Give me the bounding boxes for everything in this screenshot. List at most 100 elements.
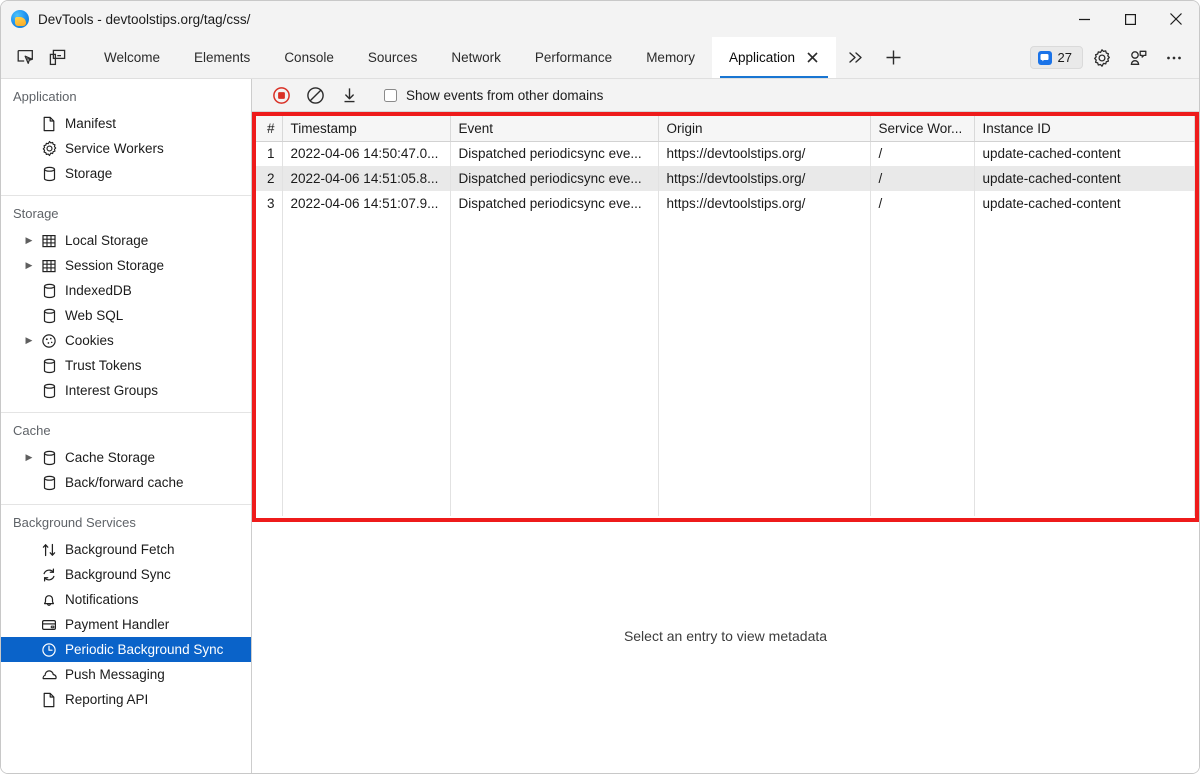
events-table: # Timestamp Event Origin Service Wor... … bbox=[256, 116, 1195, 516]
table-grid-icon bbox=[37, 233, 61, 249]
tab-label: Console bbox=[284, 50, 334, 65]
tab-memory[interactable]: Memory bbox=[629, 37, 712, 78]
cell-timestamp: 2022-04-06 14:51:05.8... bbox=[282, 166, 450, 191]
sidebar-item-service-workers[interactable]: ▶ Service Workers bbox=[1, 136, 251, 161]
sync-refresh-icon bbox=[37, 567, 61, 583]
cell-event: Dispatched periodicsync eve... bbox=[450, 191, 658, 216]
sidebar-item-label: Back/forward cache bbox=[61, 475, 184, 490]
tab-label: Performance bbox=[535, 50, 612, 65]
sidebar-item-notifications[interactable]: ▶ Notifications bbox=[1, 587, 251, 612]
sidebar-item-label: Reporting API bbox=[61, 692, 148, 707]
show-other-domains-checkbox[interactable]: Show events from other domains bbox=[384, 88, 603, 103]
column-header-service-worker[interactable]: Service Wor... bbox=[870, 116, 974, 141]
sidebar-item-label: Payment Handler bbox=[61, 617, 169, 632]
expand-arrow-icon[interactable]: ▶ bbox=[21, 235, 37, 246]
column-header-instance-id[interactable]: Instance ID bbox=[974, 116, 1195, 141]
empty-cell bbox=[256, 216, 282, 516]
tab-network[interactable]: Network bbox=[434, 37, 518, 78]
minimize-icon[interactable] bbox=[1061, 1, 1107, 37]
record-stop-button[interactable] bbox=[266, 82, 296, 108]
cell-event: Dispatched periodicsync eve... bbox=[450, 166, 658, 191]
document-icon bbox=[37, 116, 61, 132]
issues-badge[interactable]: 27 bbox=[1030, 46, 1083, 69]
devtools-app-icon bbox=[11, 10, 29, 28]
sidebar-item-indexeddb[interactable]: ▶ IndexedDB bbox=[1, 278, 251, 303]
sidebar-group-background-services: Background Services ▶ Background Fetch ▶… bbox=[1, 504, 251, 721]
tab-console[interactable]: Console bbox=[267, 37, 351, 78]
tab-sources[interactable]: Sources bbox=[351, 37, 435, 78]
sidebar-item-manifest[interactable]: ▶ Manifest bbox=[1, 111, 251, 136]
tab-welcome[interactable]: Welcome bbox=[87, 37, 177, 78]
sidebar-item-label: Storage bbox=[61, 166, 112, 181]
database-icon bbox=[37, 450, 61, 466]
table-grid-icon bbox=[37, 258, 61, 274]
cookie-icon bbox=[37, 333, 61, 349]
sidebar-item-local-storage[interactable]: ▶ Local Storage bbox=[1, 228, 251, 253]
sidebar-item-label: Cookies bbox=[61, 333, 114, 348]
inspect-element-icon[interactable] bbox=[9, 43, 41, 73]
expand-arrow-icon[interactable]: ▶ bbox=[21, 335, 37, 346]
cell-origin: https://devtoolstips.org/ bbox=[658, 141, 870, 166]
panel-toolbar: Show events from other domains bbox=[252, 79, 1199, 112]
expand-arrow-icon[interactable]: ▶ bbox=[21, 452, 37, 463]
sidebar-item-background-fetch[interactable]: ▶ Background Fetch bbox=[1, 537, 251, 562]
sidebar-item-web-sql[interactable]: ▶ Web SQL bbox=[1, 303, 251, 328]
device-toolbar-icon[interactable] bbox=[41, 43, 73, 73]
sidebar-group-title: Background Services bbox=[1, 513, 251, 537]
table-header-row: # Timestamp Event Origin Service Wor... … bbox=[256, 116, 1195, 141]
maximize-icon[interactable] bbox=[1107, 1, 1153, 37]
devtools-tab-bar: Welcome Elements Console Sources Network… bbox=[1, 37, 1199, 79]
download-button[interactable] bbox=[334, 82, 364, 108]
tab-label: Memory bbox=[646, 50, 695, 65]
devtools-body: Application ▶ Manifest ▶ Service Workers bbox=[1, 79, 1199, 773]
sidebar-group-application: Application ▶ Manifest ▶ Service Workers bbox=[1, 79, 251, 195]
sidebar-item-label: Background Fetch bbox=[61, 542, 175, 557]
column-header-origin[interactable]: Origin bbox=[658, 116, 870, 141]
checkbox-box[interactable] bbox=[384, 89, 397, 102]
tab-performance[interactable]: Performance bbox=[518, 37, 629, 78]
tab-elements[interactable]: Elements bbox=[177, 37, 267, 78]
tab-label: Elements bbox=[194, 50, 250, 65]
cell-instance-id: update-cached-content bbox=[974, 141, 1195, 166]
sidebar-group-title: Application bbox=[1, 87, 251, 111]
sidebar-item-interest-groups[interactable]: ▶ Interest Groups bbox=[1, 378, 251, 403]
close-icon[interactable] bbox=[1153, 1, 1199, 37]
sidebar-item-label: Background Sync bbox=[61, 567, 171, 582]
devtools-window: DevTools - devtoolstips.org/tag/css/ bbox=[0, 0, 1200, 774]
column-header-event[interactable]: Event bbox=[450, 116, 658, 141]
settings-gear-icon[interactable] bbox=[1085, 43, 1119, 73]
more-tabs-icon[interactable] bbox=[836, 37, 874, 78]
sidebar-item-session-storage[interactable]: ▶ Session Storage bbox=[1, 253, 251, 278]
more-options-icon[interactable] bbox=[1157, 43, 1191, 73]
sidebar-item-push-messaging[interactable]: ▶ Push Messaging bbox=[1, 662, 251, 687]
empty-cell bbox=[658, 216, 870, 516]
tab-close-icon[interactable] bbox=[806, 51, 819, 64]
sidebar-item-label: Trust Tokens bbox=[61, 358, 142, 373]
sidebar-item-back-forward-cache[interactable]: ▶ Back/forward cache bbox=[1, 470, 251, 495]
metadata-pane: Select an entry to view metadata bbox=[252, 522, 1199, 773]
sidebar-item-storage[interactable]: ▶ Storage bbox=[1, 161, 251, 186]
sidebar-group-cache: Cache ▶ Cache Storage ▶ Back/forward cac… bbox=[1, 412, 251, 504]
expand-arrow-icon[interactable]: ▶ bbox=[21, 260, 37, 271]
sidebar-group-title: Storage bbox=[1, 204, 251, 228]
column-header-timestamp[interactable]: Timestamp bbox=[282, 116, 450, 141]
column-header-num[interactable]: # bbox=[256, 116, 282, 141]
cell-timestamp: 2022-04-06 14:50:47.0... bbox=[282, 141, 450, 166]
sidebar-item-payment-handler[interactable]: ▶ Payment Handler bbox=[1, 612, 251, 637]
table-row[interactable]: 3 2022-04-06 14:51:07.9... Dispatched pe… bbox=[256, 191, 1195, 216]
sidebar-item-periodic-background-sync[interactable]: ▶ Periodic Background Sync bbox=[1, 637, 251, 662]
tab-application[interactable]: Application bbox=[712, 37, 836, 78]
sidebar-item-cookies[interactable]: ▶ Cookies bbox=[1, 328, 251, 353]
document-icon bbox=[37, 692, 61, 708]
customize-icon[interactable] bbox=[1121, 43, 1155, 73]
issues-message-icon bbox=[1038, 51, 1052, 65]
clear-button[interactable] bbox=[300, 82, 330, 108]
sidebar-item-background-sync[interactable]: ▶ Background Sync bbox=[1, 562, 251, 587]
add-panel-icon[interactable] bbox=[874, 37, 912, 78]
table-row[interactable]: 2 2022-04-06 14:51:05.8... Dispatched pe… bbox=[256, 166, 1195, 191]
sidebar-item-cache-storage[interactable]: ▶ Cache Storage bbox=[1, 445, 251, 470]
table-row[interactable]: 1 2022-04-06 14:50:47.0... Dispatched pe… bbox=[256, 141, 1195, 166]
sidebar-item-label: Session Storage bbox=[61, 258, 164, 273]
sidebar-item-trust-tokens[interactable]: ▶ Trust Tokens bbox=[1, 353, 251, 378]
sidebar-item-reporting-api[interactable]: ▶ Reporting API bbox=[1, 687, 251, 712]
